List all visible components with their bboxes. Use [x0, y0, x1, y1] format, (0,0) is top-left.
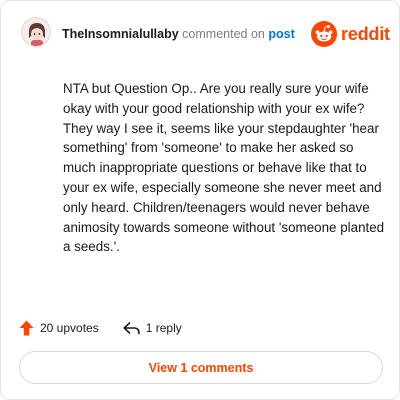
avatar-character-icon — [22, 18, 50, 46]
reply-button[interactable]: 1 reply — [123, 321, 182, 335]
reddit-snoo-icon — [311, 21, 337, 47]
username-link[interactable]: TheInsomnialullaby — [62, 27, 179, 41]
reply-arrow-icon — [123, 321, 140, 334]
user-avatar[interactable] — [21, 17, 51, 47]
post-link[interactable]: post — [268, 27, 294, 41]
commented-on-text: commented on — [182, 27, 265, 41]
view-comments-button[interactable]: View 1 comments — [19, 351, 383, 384]
comment-header: TheInsomnialullaby commented on post — [62, 27, 295, 41]
upvote-arrow-icon — [19, 320, 34, 336]
upvote-button[interactable]: 20 upvotes — [19, 320, 99, 336]
comment-card: TheInsomnialullaby commented on post red… — [0, 0, 400, 400]
comment-footer: 20 upvotes 1 reply — [19, 319, 182, 337]
reply-count: 1 reply — [145, 321, 182, 335]
reddit-brand[interactable]: reddit — [311, 21, 390, 47]
upvote-count: 20 upvotes — [40, 321, 99, 335]
comment-body: NTA but Question Op.. Are you really sur… — [63, 81, 385, 255]
reddit-wordmark: reddit — [341, 23, 390, 44]
